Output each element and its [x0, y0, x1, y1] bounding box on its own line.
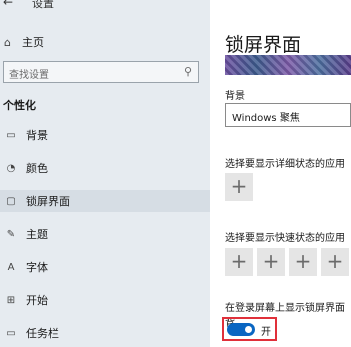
- palette-icon: ◔: [6, 162, 16, 174]
- sidebar-item-colors[interactable]: ◔ 颜色: [0, 157, 210, 179]
- lock-screen-preview: [225, 55, 351, 75]
- background-label: 背景: [225, 91, 245, 102]
- toggle-state-label: 开: [261, 327, 271, 338]
- home-icon: ⌂: [4, 35, 11, 49]
- lock-screen-icon: ▢: [6, 195, 16, 207]
- sidebar-item-label: 主题: [26, 228, 48, 241]
- title-bar: ← 设置: [0, 0, 210, 12]
- sidebar-item-taskbar[interactable]: ▭ 任务栏: [0, 322, 210, 344]
- highlight-box: 开: [222, 317, 277, 341]
- search-placeholder: 查找设置: [9, 70, 49, 81]
- brush-icon: ✎: [6, 228, 16, 240]
- back-arrow-icon[interactable]: ←: [3, 0, 13, 9]
- add-quick-app-button[interactable]: +: [225, 248, 253, 276]
- sidebar-item-label: 开始: [26, 294, 48, 307]
- taskbar-icon: ▭: [6, 327, 16, 339]
- add-detailed-app-button[interactable]: +: [225, 173, 253, 201]
- detailed-status-label: 选择要显示详细状态的应用: [225, 159, 345, 170]
- font-icon: A: [7, 261, 15, 273]
- sidebar-item-label: 字体: [26, 261, 48, 274]
- sidebar-item-lock-screen[interactable]: ▢ 锁屏界面: [0, 190, 210, 212]
- sidebar-item-background[interactable]: ▭ 背景: [0, 124, 210, 146]
- sidebar-item-fonts[interactable]: A 字体: [0, 256, 210, 278]
- window-title: 设置: [32, 0, 54, 10]
- add-quick-app-button[interactable]: +: [289, 248, 317, 276]
- home-label: 主页: [22, 36, 44, 49]
- sidebar-item-themes[interactable]: ✎ 主题: [0, 223, 210, 245]
- sidebar-item-label: 背景: [26, 129, 48, 142]
- quick-status-label: 选择要显示快速状态的应用: [225, 233, 345, 244]
- main-panel: 锁屏界面 背景 Windows 聚焦 选择要显示详细状态的应用 + 选择要显示快…: [210, 0, 351, 347]
- search-input[interactable]: 查找设置 ⚲: [3, 61, 199, 83]
- add-quick-app-button[interactable]: +: [257, 248, 285, 276]
- sidebar-item-label: 颜色: [26, 162, 48, 175]
- search-icon: ⚲: [183, 65, 192, 78]
- start-icon: ⊞: [6, 294, 16, 306]
- background-dropdown[interactable]: Windows 聚焦: [225, 103, 351, 127]
- sidebar-item-home[interactable]: ⌂ 主页: [4, 34, 44, 50]
- toggle-knob: [245, 326, 252, 333]
- sidebar: ← 设置 ⌂ 主页 查找设置 ⚲ 个性化 ▭ 背景 ◔ 颜色 ▢ 锁屏界面 ✎ …: [0, 0, 210, 347]
- login-background-toggle[interactable]: [227, 323, 255, 336]
- sidebar-item-label: 锁屏界面: [26, 195, 70, 208]
- background-dropdown-value: Windows 聚焦: [232, 113, 300, 124]
- section-title: 个性化: [3, 99, 36, 112]
- sidebar-item-label: 任务栏: [26, 327, 59, 340]
- picture-icon: ▭: [6, 129, 16, 141]
- page-title: 锁屏界面: [225, 34, 302, 56]
- add-quick-app-button[interactable]: +: [321, 248, 349, 276]
- sidebar-item-start[interactable]: ⊞ 开始: [0, 289, 210, 311]
